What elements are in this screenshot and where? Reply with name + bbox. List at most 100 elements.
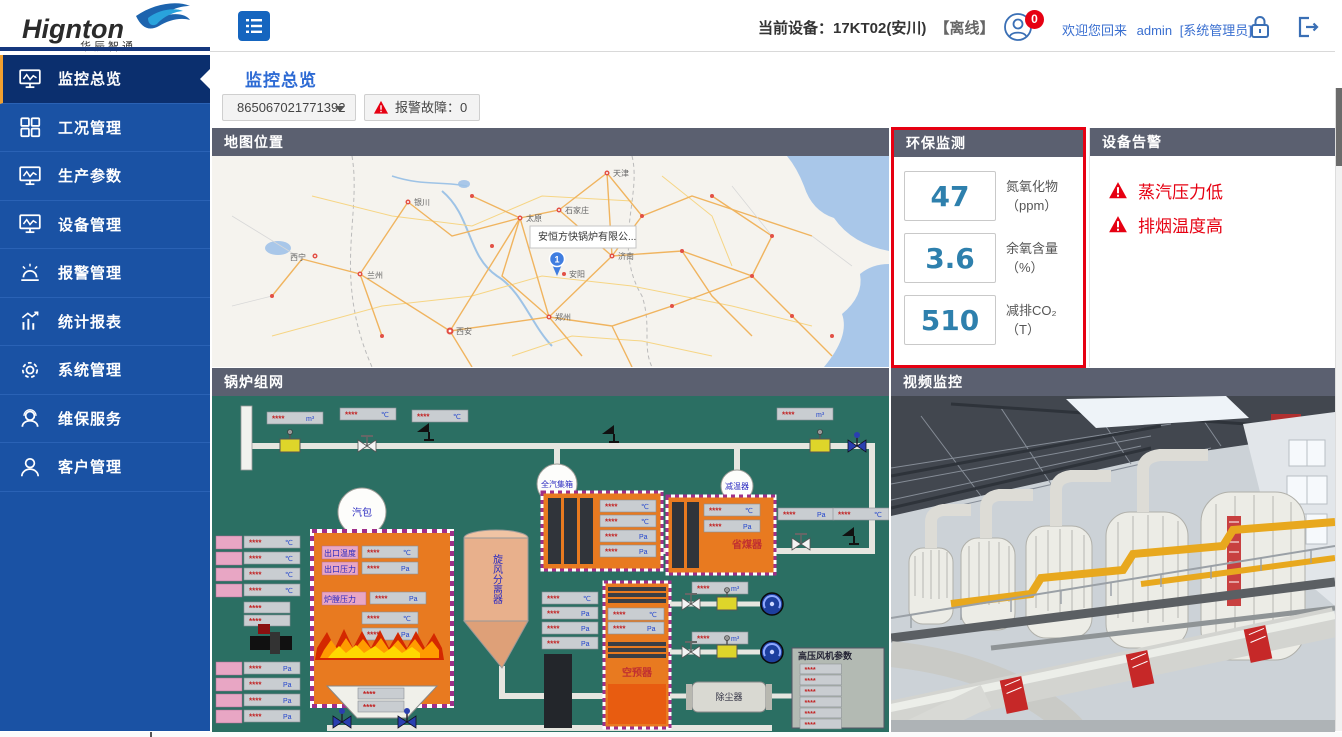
metric-nox-label: 氮氧化物	[1006, 177, 1058, 196]
logout-icon[interactable]	[1293, 13, 1321, 41]
metric-oxygen: 3.6 余氧含量（%）	[904, 233, 1058, 283]
sidebar-item-label: 报警管理	[58, 262, 122, 283]
sidebar-item-reports[interactable]: 统计报表	[0, 298, 210, 347]
sidebar-item-label: 系统管理	[58, 359, 122, 380]
svg-text:西安: 西安	[456, 326, 472, 336]
svg-text:减温器: 减温器	[725, 481, 749, 491]
metric-co2-value: 510	[904, 295, 996, 345]
sidebar-item-label: 生产参数	[58, 165, 122, 186]
svg-text:天津: 天津	[613, 168, 629, 178]
svg-text:高压风机参数: 高压风机参数	[798, 650, 853, 661]
sidebar-item-label: 设备管理	[58, 214, 122, 235]
sidebar-item-label: 监控总览	[58, 68, 122, 89]
horizontal-scrollbar-thumb[interactable]	[150, 732, 152, 737]
horizontal-scrollbar[interactable]	[0, 732, 1342, 737]
video-monitor-panel: 视频监控	[891, 368, 1335, 732]
sidebar-item-label: 客户管理	[58, 456, 122, 477]
page-title: 监控总览	[245, 66, 317, 91]
sidebar-item-system-mgmt[interactable]: 系统管理	[0, 346, 210, 395]
device-alerts-panel: 设备告警 蒸汽压力低 排烟温度高	[1089, 128, 1335, 367]
device-id-dropdown[interactable]: 865067021771392	[222, 94, 356, 121]
svg-text:省煤器: 省煤器	[731, 538, 763, 551]
metric-co2-label: 减排CO₂	[1006, 301, 1057, 320]
user-name: admin	[1137, 23, 1172, 38]
sidebar-item-device-mgmt[interactable]: 设备管理	[0, 201, 210, 250]
furnace: 出口温度 出口压力 炉膛压力	[312, 531, 452, 706]
sidebar-item-alarm-mgmt[interactable]: 报警管理	[0, 249, 210, 298]
sidebar-item-production-params[interactable]: 生产参数	[0, 152, 210, 201]
video-feed	[891, 396, 1335, 732]
alerts-panel-body: 蒸汽压力低 排烟温度高	[1090, 156, 1335, 367]
svg-text:济南: 济南	[618, 251, 634, 261]
user-role: [系统管理员]	[1180, 23, 1252, 38]
boiler-panel-title: 锅炉组网	[212, 368, 889, 396]
app-root: Hignton 华辰智通 当前设备：17KT02(安川) 【离线】 0 欢迎您	[0, 0, 1342, 737]
warning-triangle-icon	[1108, 181, 1128, 200]
monitor-icon	[18, 67, 42, 91]
dust-collector: 除尘器	[686, 682, 772, 712]
brand-name: Hignton	[22, 14, 124, 44]
metric-co2-unit: （T）	[1006, 320, 1057, 339]
env-panel-title: 环保监测	[894, 130, 1083, 157]
metric-oxygen-unit: （%）	[1006, 258, 1058, 277]
env-panel-body: 47 氮氧化物（ppm） 3.6 余氧含量（%） 510 减排CO₂（T）	[894, 157, 1083, 365]
vertical-scrollbar[interactable]	[1335, 88, 1342, 731]
sidebar-item-maintenance[interactable]: 维保服务	[0, 395, 210, 444]
sidebar-item-customer-mgmt[interactable]: 客户管理	[0, 443, 210, 492]
svg-text:郑州: 郑州	[555, 312, 571, 322]
grid-icon	[18, 115, 42, 139]
plant-photo	[891, 396, 1335, 732]
alarm-icon	[18, 261, 42, 285]
current-device-info: 当前设备：17KT02(安川) 【离线】	[758, 17, 995, 38]
svg-text:银川: 银川	[414, 197, 430, 207]
svg-text:炉膛压力: 炉膛压力	[324, 594, 356, 604]
chart-icon	[18, 309, 42, 333]
map-panel: 地图位置	[212, 128, 889, 367]
alert-item-steam-pressure: 蒸汽压力低	[1108, 178, 1223, 203]
user-icon	[18, 455, 42, 479]
top-header: Hignton 华辰智通 当前设备：17KT02(安川) 【离线】 0 欢迎您	[0, 0, 1342, 52]
svg-text:兰州: 兰州	[367, 270, 383, 280]
svg-text:旋风分离器: 旋风分离器	[491, 553, 503, 605]
welcome-text: 欢迎您回来 admin [系统管理员]	[1062, 20, 1252, 39]
chevron-down-icon	[335, 106, 345, 117]
warning-triangle-icon	[373, 100, 389, 115]
warning-triangle-icon	[1108, 215, 1128, 234]
current-device-text: 当前设备：17KT02(安川)	[758, 20, 926, 37]
sidebar-item-label: 统计报表	[58, 311, 122, 332]
svg-text:出口压力: 出口压力	[324, 564, 356, 574]
monitor-icon	[18, 212, 42, 236]
svg-text:汽包: 汽包	[352, 506, 372, 519]
svg-text:1: 1	[554, 255, 559, 265]
svg-text:太原: 太原	[526, 213, 542, 223]
svg-text:空预器: 空预器	[622, 666, 653, 679]
svg-text:全汽集箱: 全汽集箱	[541, 479, 573, 489]
notification-badge: 0	[1025, 10, 1044, 29]
map-canvas[interactable]: 西宁 兰州 银川 太原 石家庄 天津 济南 西安 郑州 安阳 安恒方快锅炉有限公…	[212, 156, 889, 367]
sidebar-item-monitor-overview[interactable]: 监控总览	[0, 55, 210, 104]
gear-icon	[18, 358, 42, 382]
sidebar-toggle-button[interactable]	[238, 11, 270, 41]
user-notification[interactable]: 0	[1003, 12, 1049, 42]
sidebar-item-label: 维保服务	[58, 408, 122, 429]
map-panel-title: 地图位置	[212, 128, 889, 156]
metric-nox-unit: （ppm）	[1006, 196, 1058, 215]
fan-parameter-panel: 高压风机参数	[792, 648, 884, 729]
alarm-fault-chip: 报警故障：0	[364, 94, 480, 121]
vertical-scrollbar-thumb[interactable]	[1336, 88, 1342, 166]
alert-item-flue-temp: 排烟温度高	[1108, 212, 1223, 237]
svg-text:安恒方快锅炉有限公...: 安恒方快锅炉有限公...	[538, 230, 636, 243]
svg-text:西宁: 西宁	[290, 252, 306, 262]
boiler-network-panel: 锅炉组网 ****℃ ****Pa ****m³ ****	[212, 368, 889, 732]
support-headset-icon	[18, 406, 42, 430]
map-tooltip: 安恒方快锅炉有限公...	[530, 226, 636, 248]
alerts-panel-title: 设备告警	[1090, 128, 1335, 156]
alert-text: 排烟温度高	[1138, 212, 1223, 237]
alarm-fault-text: 报警故障：0	[395, 95, 467, 120]
logo-underline	[0, 47, 210, 51]
sidebar-item-condition-mgmt[interactable]: 工况管理	[0, 104, 210, 153]
welcome-label: 欢迎您回来	[1062, 23, 1127, 38]
svg-text:除尘器: 除尘器	[715, 691, 742, 702]
lock-icon[interactable]	[1246, 13, 1274, 41]
air-preheater: 空预器	[604, 582, 670, 728]
